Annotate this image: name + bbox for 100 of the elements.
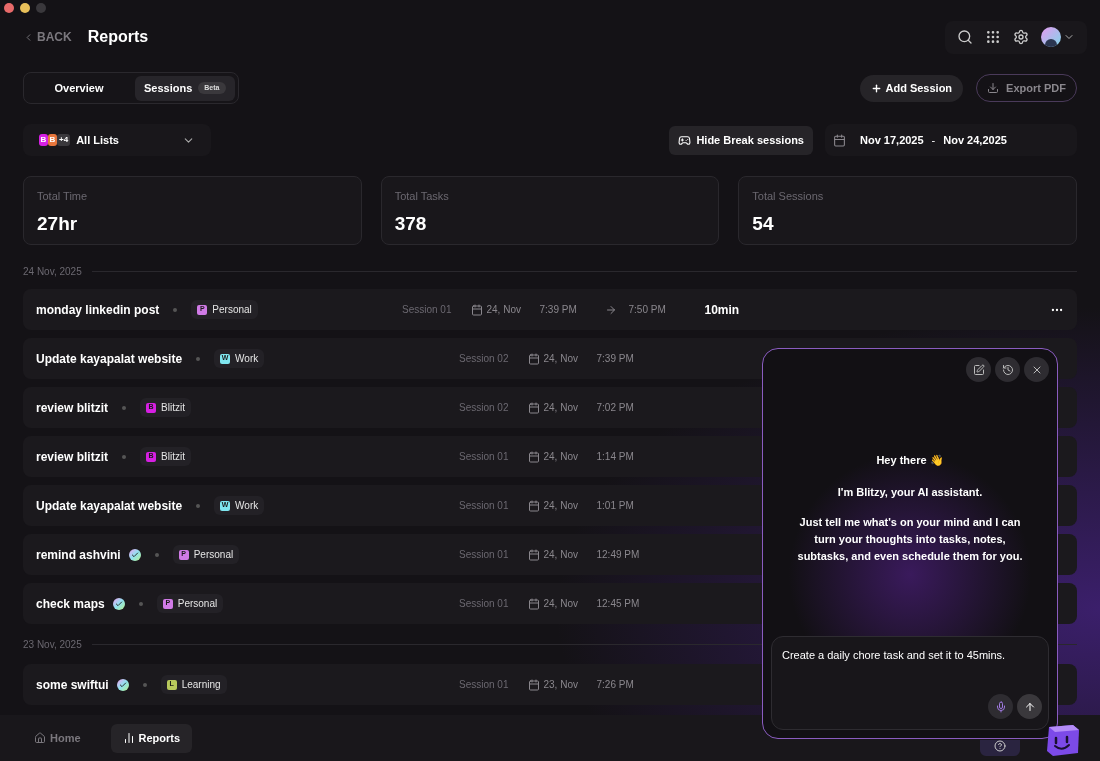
arrow-up-icon [1023,700,1036,713]
history-icon [1001,363,1014,376]
session-label: Session 02 [458,352,509,366]
new-chat-button[interactable] [966,357,991,382]
session-label: Session 01 [458,548,509,562]
task-name: Update kayapalat website [36,497,183,515]
stat-value: 54 [752,211,775,236]
end-date: Nov 24,2025 [943,132,1007,148]
avatar-icon[interactable] [1041,27,1061,47]
search-icon[interactable] [957,29,973,45]
start-date: Nov 17,2025 [860,132,924,148]
greeting-text: Hey there 👋 [876,453,944,468]
task-name: review blitzit [36,399,109,417]
calendar-icon [527,450,540,463]
nav-item[interactable]: Home [22,723,93,753]
back-button[interactable]: BACK [23,28,72,46]
apps-grid-icon[interactable] [985,29,1001,45]
page-title: Reports [87,27,149,47]
filter-label: All Lists [76,132,119,148]
task-name: remind ashvini [36,546,121,564]
arrow-right-icon [604,303,617,316]
dot-separator-icon [196,356,201,361]
message-text[interactable]: Create a daily chore task and set it to 45mins. [782,647,1042,664]
calendar-icon [527,352,540,365]
start-time: 1:01 PM [596,499,635,513]
start-time: 12:45 PM [596,597,641,611]
calendar-icon [527,597,540,610]
dot-separator-icon [122,405,127,410]
session-date: 24, Nov [543,450,579,464]
assistant-intro: I'm Blitzy, your AI assistant. [837,484,983,500]
calendar-icon [527,678,540,691]
start-time: 7:39 PM [596,352,635,366]
date-heading: 24 Nov, 2025 [23,265,82,279]
close-window-icon[interactable] [4,3,14,13]
session-date: 24, Nov [543,499,579,513]
stat-label: Total Tasks [394,189,450,204]
session-date: 24, Nov [543,597,579,611]
calendar-icon [527,401,540,414]
session-date: 24, Nov [486,303,522,317]
minimize-window-icon[interactable] [20,3,30,13]
plus-icon [871,82,883,94]
session-label: Session 01 [458,678,509,692]
calendar-icon [527,499,540,512]
start-time: 7:39 PM [539,303,578,317]
more-lists-count: +4 [57,134,71,146]
session-label: Session 01 [458,597,509,611]
date-heading: 23 Nov, 2025 [23,637,82,652]
send-button[interactable] [1017,694,1042,719]
dot-separator-icon [142,682,147,687]
start-time: 7:02 PM [596,401,635,415]
stat-value: 378 [394,211,428,236]
nav-item[interactable]: Reports [110,723,193,753]
session-label: Session 01 [401,303,452,317]
duration: 10min [704,301,741,319]
calendar-icon [833,133,846,147]
session-date: 24, Nov [543,548,579,562]
calendar-icon [470,303,483,316]
calendar-icon [527,548,540,561]
message-input[interactable]: Create a daily chore task and set it to 45mins. [771,636,1049,730]
task-name: check maps [36,595,105,613]
session-date: 23, Nov [543,678,579,692]
start-time: 7:26 PM [596,678,635,692]
tab[interactable]: Overview [27,75,131,101]
date-range-picker[interactable]: Nov 17,2025 - Nov 24,2025 [825,124,1077,156]
edit-icon [972,363,985,376]
end-time: 7:50 PM [628,303,667,317]
session-label: Session 01 [458,499,509,513]
dot-separator-icon [196,503,201,508]
home-icon [34,732,46,744]
microphone-icon [994,700,1007,713]
task-name: some swiftui [36,676,109,694]
start-time: 12:49 PM [596,548,641,562]
help-button[interactable] [980,740,1020,756]
list-letter-icon: B [48,134,57,146]
hide-break-sessions-button[interactable]: Hide Break sessions [669,125,813,155]
gamepad-icon [678,133,692,147]
session-date: 24, Nov [543,401,579,415]
list-filter-dropdown[interactable]: B B +4 All Lists [23,124,211,156]
history-button[interactable] [995,357,1020,382]
dot-separator-icon [173,307,178,312]
microphone-button[interactable] [988,694,1013,719]
task-name: Update kayapalat website [36,350,183,368]
list-letter-icon: B [39,134,48,146]
add-session-button[interactable]: Add Session [860,74,964,102]
help-icon [994,740,1006,752]
task-name: review blitzit [36,448,109,466]
task-name: monday linkedin post [36,301,160,319]
dot-separator-icon [122,454,127,459]
dot-separator-icon [138,601,143,606]
stat-label: Total Time [37,189,89,204]
dot-separator-icon [154,552,159,557]
stat-label: Total Sessions [752,189,825,204]
session-label: Session 01 [458,450,509,464]
start-time: 1:14 PM [596,450,635,464]
session-date: 24, Nov [543,352,579,366]
settings-icon[interactable] [1013,29,1029,45]
download-icon [987,82,1000,94]
reports-icon [122,732,135,744]
range-separator: - [931,132,936,148]
session-label: Session 02 [458,401,509,415]
